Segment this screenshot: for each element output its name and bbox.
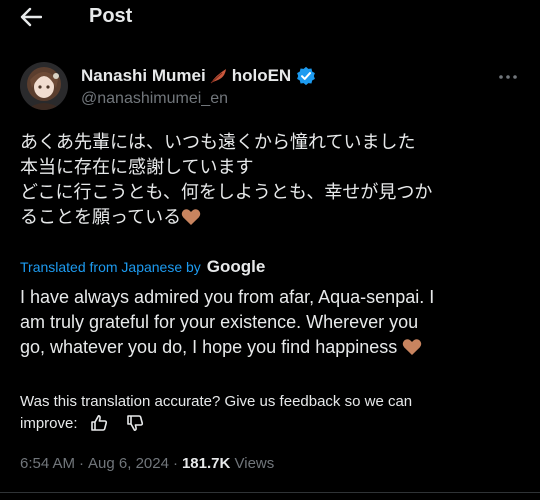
thumbs-up-button[interactable] (88, 412, 110, 434)
thumbs-down-button[interactable] (124, 412, 146, 434)
meta-separator: · (172, 455, 178, 472)
post-metadata: 6:54 AM · Aug 6, 2024 · 181.7K Views (20, 455, 274, 472)
verified-badge-icon (297, 66, 316, 86)
original-line: あくあ先輩には、いつも遠くから憧れていました (20, 132, 416, 153)
brown-heart-emoji-icon (181, 209, 201, 225)
brown-heart-emoji-icon (403, 339, 422, 355)
post-time[interactable]: 6:54 AM (20, 455, 75, 472)
translation-line: am truly grateful for your existence. Wh… (20, 312, 419, 332)
more-dots-icon (499, 75, 517, 79)
translation-line: I have always admired you from afar, Aqu… (20, 287, 435, 307)
translated-from-link[interactable]: Translated from Japanese by (20, 259, 201, 275)
page-title: Post (89, 5, 133, 27)
back-button[interactable] (14, 2, 48, 32)
translation-attribution: Translated from Japanese by Google (20, 257, 265, 277)
thumbs-down-icon (126, 415, 143, 431)
post-original-text: あくあ先輩には、いつも遠くから憧れていました 本当に存在に感謝しています どこに… (20, 130, 520, 230)
google-logo: Google (206, 257, 266, 276)
original-line: どこに行こうとも、何をしようとも、幸せが見つか (20, 182, 433, 203)
arrow-left-icon (20, 7, 42, 27)
post-date[interactable]: Aug 6, 2024 (88, 455, 169, 472)
views-count: 181.7K (181, 455, 231, 472)
avatar[interactable] (20, 62, 68, 110)
feedback-question: Was this translation accurate? Give us f… (20, 393, 413, 410)
post-translation-text: I have always admired you from afar, Aqu… (20, 285, 525, 360)
translation-line-last: go, whatever you do, I hope you find hap… (20, 335, 525, 360)
translation-feedback: Was this translation accurate? Give us f… (20, 391, 520, 434)
post-author: Nanashi Mumei holoEN @nanashimumei_en (20, 62, 520, 114)
author-name-link[interactable]: Nanashi Mumei holoEN (81, 66, 316, 86)
feedback-question-end: improve: (20, 414, 78, 432)
feedback-row: improve: (20, 412, 520, 434)
post-header: Post (0, 0, 540, 36)
author-name: Nanashi Mumei (81, 66, 206, 85)
thumbs-up-icon (90, 415, 107, 431)
divider (0, 492, 540, 493)
views-label: Views (234, 455, 275, 472)
original-line-text: ることを願っている (20, 207, 182, 228)
avatar-image (20, 62, 68, 110)
author-name-suffix: holoEN (231, 66, 292, 85)
more-options-button[interactable] (496, 66, 520, 88)
author-handle[interactable]: @nanashimumei_en (81, 90, 228, 108)
meta-separator: · (79, 455, 85, 472)
original-line: 本当に存在に感謝しています (20, 157, 254, 178)
original-line-last: ることを願っている (20, 205, 520, 230)
translation-line-text: go, whatever you do, I hope you find hap… (20, 337, 398, 357)
feather-emoji-icon (210, 69, 226, 84)
